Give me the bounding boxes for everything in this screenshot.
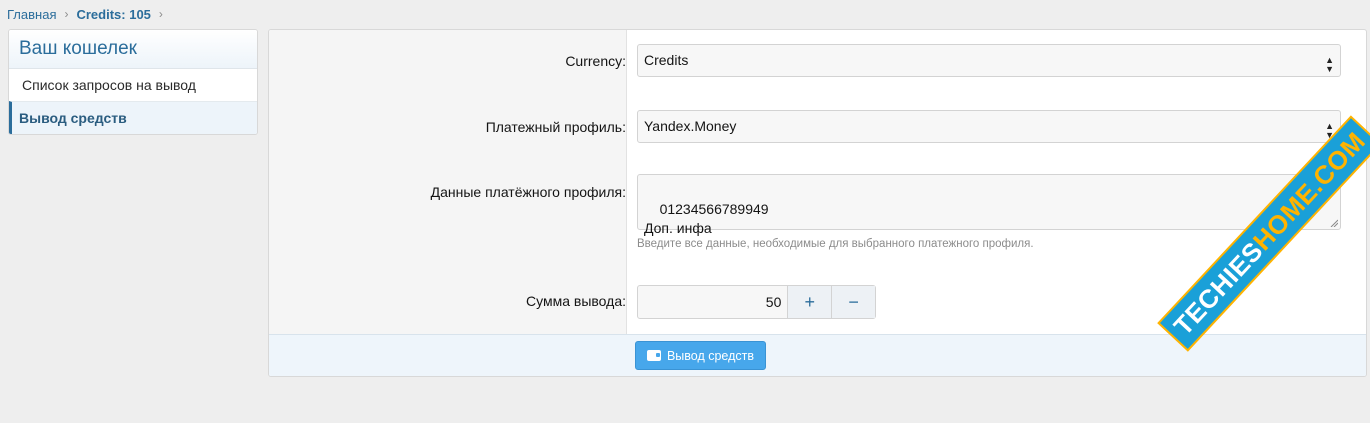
decrement-button[interactable]: − (832, 286, 875, 318)
form-footer: Вывод средств (269, 334, 1366, 376)
sidebar-item-withdraw-funds[interactable]: Вывод средств (9, 101, 257, 134)
wallet-icon (646, 350, 661, 361)
profile-data-label: Данные платёжного профиля: (430, 184, 626, 200)
profile-data-value: 01234566789949 Доп. инфа (644, 201, 769, 236)
breadcrumb: Главная › Credits: 105 › (7, 5, 171, 23)
currency-label: Currency: (565, 53, 626, 69)
currency-select[interactable]: Credits ▲ ▼ (637, 44, 1341, 77)
payment-profile-label: Платежный профиль: (485, 119, 626, 135)
chevron-right-icon: › (64, 7, 69, 21)
payment-profile-select[interactable]: Yandex.Money ▲ ▼ (637, 110, 1341, 143)
sidebar-item-withdrawal-requests[interactable]: Список запросов на вывод (9, 69, 257, 101)
increment-button[interactable]: + (788, 286, 833, 318)
select-arrows-icon: ▲ ▼ (1325, 55, 1334, 74)
withdraw-submit-button[interactable]: Вывод средств (635, 341, 766, 370)
withdraw-submit-label: Вывод средств (666, 348, 755, 363)
amount-stepper: 50 + − (637, 285, 876, 319)
wallet-sidebar: Ваш кошелек Список запросов на вывод Выв… (8, 29, 258, 135)
sidebar-title: Ваш кошелек (9, 30, 257, 69)
breadcrumb-credits-link[interactable]: Credits: 105 (76, 7, 150, 22)
resize-handle-icon[interactable] (1330, 219, 1338, 227)
profile-data-hint: Введите все данные, необходимые для выбр… (637, 238, 1034, 250)
amount-label: Сумма вывода: (526, 293, 626, 309)
chevron-right-icon: › (158, 7, 163, 21)
breadcrumb-home-link[interactable]: Главная (7, 7, 56, 22)
payment-profile-select-value: Yandex.Money (644, 118, 737, 134)
profile-data-textarea[interactable]: 01234566789949 Доп. инфа (637, 174, 1341, 236)
currency-select-value: Credits (644, 52, 689, 68)
amount-input[interactable]: 50 (638, 286, 789, 318)
label-column (269, 30, 627, 334)
